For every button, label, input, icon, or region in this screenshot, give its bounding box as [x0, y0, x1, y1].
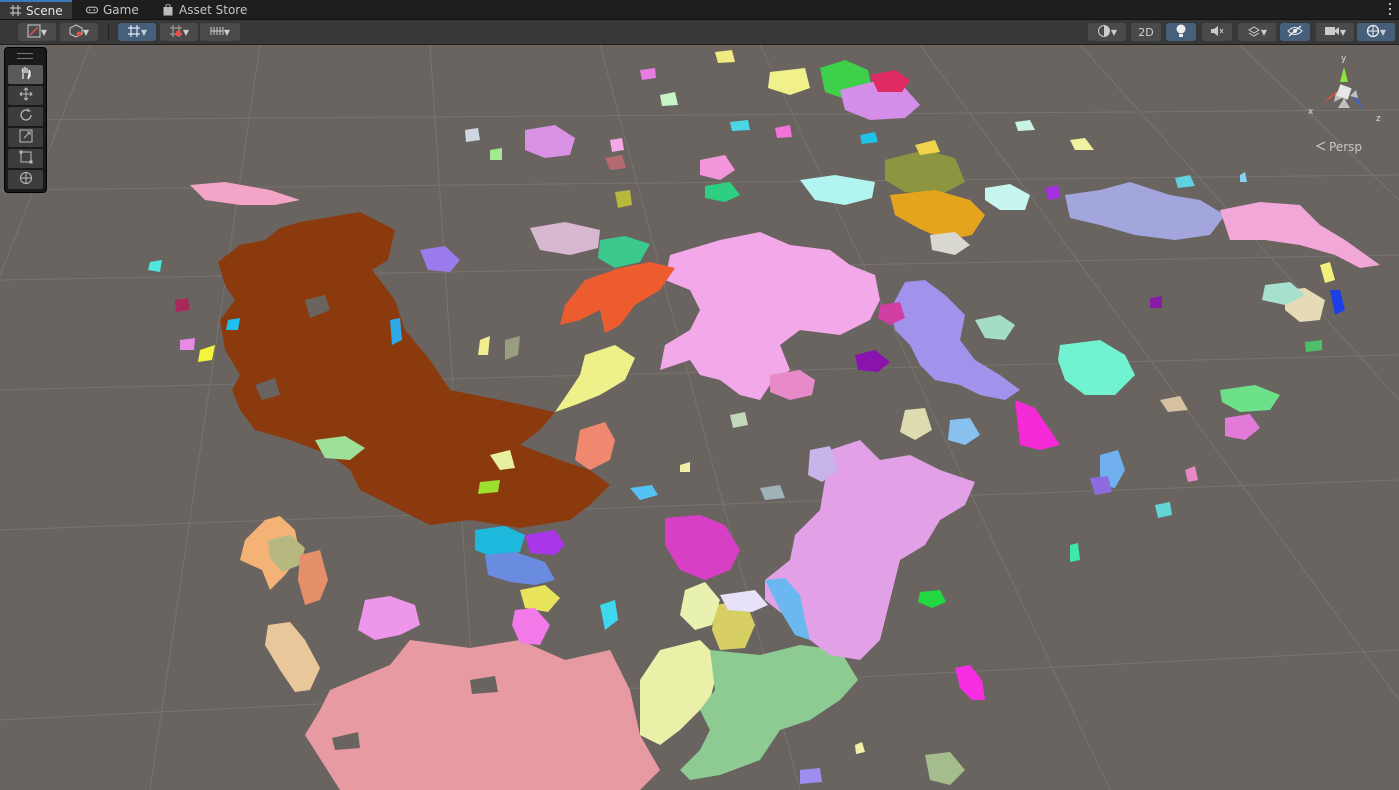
ruler-dropdown[interactable]: ▼: [200, 23, 240, 41]
rect-tool-button[interactable]: [8, 149, 43, 168]
rect-tool-icon: [19, 149, 33, 168]
scale-tool-button[interactable]: [8, 128, 43, 147]
ruler-icon: [210, 24, 224, 41]
gamepad-icon: [86, 4, 98, 16]
chevron-down-icon: ▼: [223, 27, 231, 37]
effects-icon: [1247, 24, 1261, 41]
camera-dropdown[interactable]: ▼: [1316, 23, 1354, 41]
lighting-toggle[interactable]: [1166, 23, 1196, 41]
perspective-icon: [1315, 140, 1326, 154]
tab-game[interactable]: Game: [76, 0, 149, 19]
palette-drag-handle[interactable]: [17, 53, 33, 59]
chevron-down-icon: ▼: [1339, 27, 1347, 37]
increment-snap-dropdown[interactable]: ▼: [160, 23, 198, 41]
rotate-tool-button[interactable]: [8, 107, 43, 126]
chevron-down-icon: ▼: [140, 27, 148, 37]
scale-tool-icon: [19, 128, 33, 147]
x-axis-label: x: [1308, 107, 1314, 117]
scene-tool-palette: [4, 47, 47, 193]
chevron-down-icon: ▼: [40, 27, 48, 37]
hand-tool-icon: [19, 65, 33, 84]
draw-mode-icon: [69, 23, 83, 41]
effects-dropdown[interactable]: ▼: [1238, 23, 1276, 41]
scene-canvas: [0, 45, 1399, 790]
grid-snap-icon: [127, 24, 141, 41]
hand-tool-button[interactable]: [8, 65, 43, 84]
tab-asset-store[interactable]: Asset Store: [152, 0, 257, 19]
projection-label: Persp: [1329, 140, 1362, 154]
audio-mute-toggle[interactable]: [1202, 23, 1232, 41]
tab-game-label: Game: [103, 2, 139, 17]
projection-toggle[interactable]: Persp: [1315, 140, 1362, 154]
terrain-region-shapes: [148, 50, 1380, 790]
gizmos-icon: [1366, 24, 1380, 41]
grid-snap-toggle[interactable]: ▼: [118, 23, 156, 41]
tab-bar: Scene Game Asset Store: [0, 0, 1399, 20]
transform-tools-dropdown[interactable]: ▼: [18, 23, 56, 41]
increment-snap-icon: [169, 24, 183, 41]
more-options-icon[interactable]: [1387, 1, 1393, 17]
shading-mode-dropdown[interactable]: ▼: [1088, 23, 1126, 41]
camera-icon: [1324, 25, 1340, 40]
rotate-tool-icon: [19, 107, 33, 126]
draw-mode-dropdown[interactable]: ▼: [60, 23, 98, 41]
tab-scene-label: Scene: [26, 3, 63, 18]
transform-tools-icon: [27, 24, 41, 41]
shopping-bag-icon: [162, 3, 174, 16]
hidden-objects-toggle[interactable]: [1280, 23, 1310, 41]
move-tool-button[interactable]: [8, 86, 43, 105]
shading-mode-icon: [1097, 24, 1111, 41]
hidden-objects-icon: [1287, 25, 1303, 40]
chevron-down-icon: ▼: [182, 27, 190, 37]
chevron-down-icon: ▼: [1379, 27, 1387, 37]
gizmos-dropdown[interactable]: ▼: [1357, 23, 1395, 41]
tab-asset-store-label: Asset Store: [179, 2, 248, 17]
lighting-icon: [1175, 24, 1187, 41]
orientation-gizmo[interactable]: y x z: [1300, 52, 1390, 132]
scene-toolbar: ▼ ▼ ▼ ▼ ▼ ▼ 2D ▼ ▼ ▼: [0, 20, 1399, 45]
tab-scene[interactable]: Scene: [0, 0, 72, 19]
z-axis-label: z: [1376, 114, 1381, 124]
transform-tool-button[interactable]: [8, 170, 43, 189]
toolbar-divider: [108, 24, 109, 40]
grid-icon: [10, 5, 21, 17]
chevron-down-icon: ▼: [1260, 27, 1268, 37]
move-tool-icon: [18, 86, 33, 105]
chevron-down-icon: ▼: [1110, 27, 1118, 37]
chevron-down-icon: ▼: [82, 27, 90, 37]
y-axis-label: y: [1341, 54, 1347, 64]
scene-viewport[interactable]: [0, 45, 1399, 790]
2d-mode-toggle[interactable]: 2D: [1131, 23, 1161, 41]
transform-tool-icon: [19, 170, 33, 189]
audio-mute-icon: [1210, 25, 1224, 40]
